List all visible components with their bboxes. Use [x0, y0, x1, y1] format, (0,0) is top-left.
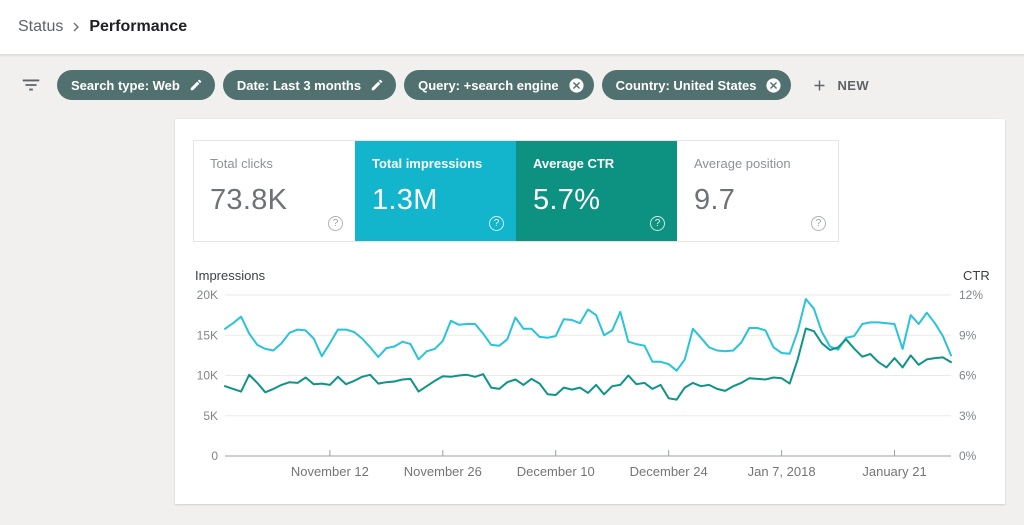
left-axis-tick-label: 15K: [197, 328, 218, 342]
chevron-right-icon: [67, 18, 85, 36]
performance-chart: Impressions CTR 20K 15K 10K 5K 0 12% 9% 6% 3% 0% Nov…: [175, 119, 1005, 504]
filter-chip-label: Date: Last 3 months: [237, 78, 361, 93]
new-filter-label: NEW: [837, 78, 869, 93]
filter-chip[interactable]: Date: Last 3 months: [223, 70, 396, 100]
x-axis-tick-label: November 26: [404, 464, 482, 479]
breadcrumb-item-status[interactable]: Status: [18, 18, 63, 36]
edit-pencil-icon[interactable]: [189, 78, 203, 92]
breadcrumb-item-performance: Performance: [89, 18, 187, 36]
left-axis-tick-label: 0: [211, 449, 218, 463]
edit-pencil-icon[interactable]: [370, 78, 384, 92]
header: Status Performance: [0, 0, 1024, 55]
remove-filter-icon[interactable]: [765, 77, 782, 94]
filter-chips: Search type: Web Date: Last 3 months Query…: [57, 70, 791, 100]
right-axis-tick-label: 0%: [959, 449, 977, 463]
right-axis-tick-label: 6%: [959, 369, 977, 383]
x-axis-tick-label: December 10: [517, 464, 595, 479]
left-axis-tick-label: 5K: [203, 409, 218, 423]
performance-panel: Total clicks73.8K?Total impressions1.3M?…: [175, 119, 1005, 504]
filter-bar: Search type: Web Date: Last 3 months Query…: [0, 55, 1024, 115]
x-axis-tick-label: Jan 7, 2018: [748, 464, 816, 479]
ctr-line: [225, 329, 951, 400]
right-axis-title: CTR: [963, 268, 990, 283]
left-axis-tick-label: 10K: [197, 369, 218, 383]
filter-chip-label: Query: +search engine: [418, 78, 559, 93]
filter-chip-label: Search type: Web: [71, 78, 180, 93]
right-axis-tick-label: 9%: [959, 328, 977, 342]
remove-filter-icon[interactable]: [568, 77, 585, 94]
new-filter-button[interactable]: NEW: [805, 76, 875, 95]
chart-svg: Impressions CTR 20K 15K 10K 5K 0 12% 9% 6% 3% 0% Nov…: [175, 119, 1005, 504]
breadcrumb: Status Performance: [18, 18, 187, 36]
filter-chip[interactable]: Search type: Web: [57, 70, 215, 100]
filter-list-button[interactable]: [18, 72, 44, 98]
filter-chip[interactable]: Query: +search engine: [404, 70, 594, 100]
plus-icon: [811, 77, 828, 94]
left-axis-title: Impressions: [195, 268, 266, 283]
left-axis-tick-label: 20K: [197, 288, 218, 302]
x-axis-tick-label: November 12: [291, 464, 369, 479]
filter-chip-label: Country: United States: [616, 78, 757, 93]
filter-chip[interactable]: Country: United States: [602, 70, 792, 100]
x-axis-tick-label: January 21: [862, 464, 926, 479]
right-axis-tick-label: 12%: [959, 288, 983, 302]
right-axis-tick-label: 3%: [959, 409, 977, 423]
filter-list-icon: [20, 74, 42, 96]
x-axis-tick-label: December 24: [630, 464, 708, 479]
